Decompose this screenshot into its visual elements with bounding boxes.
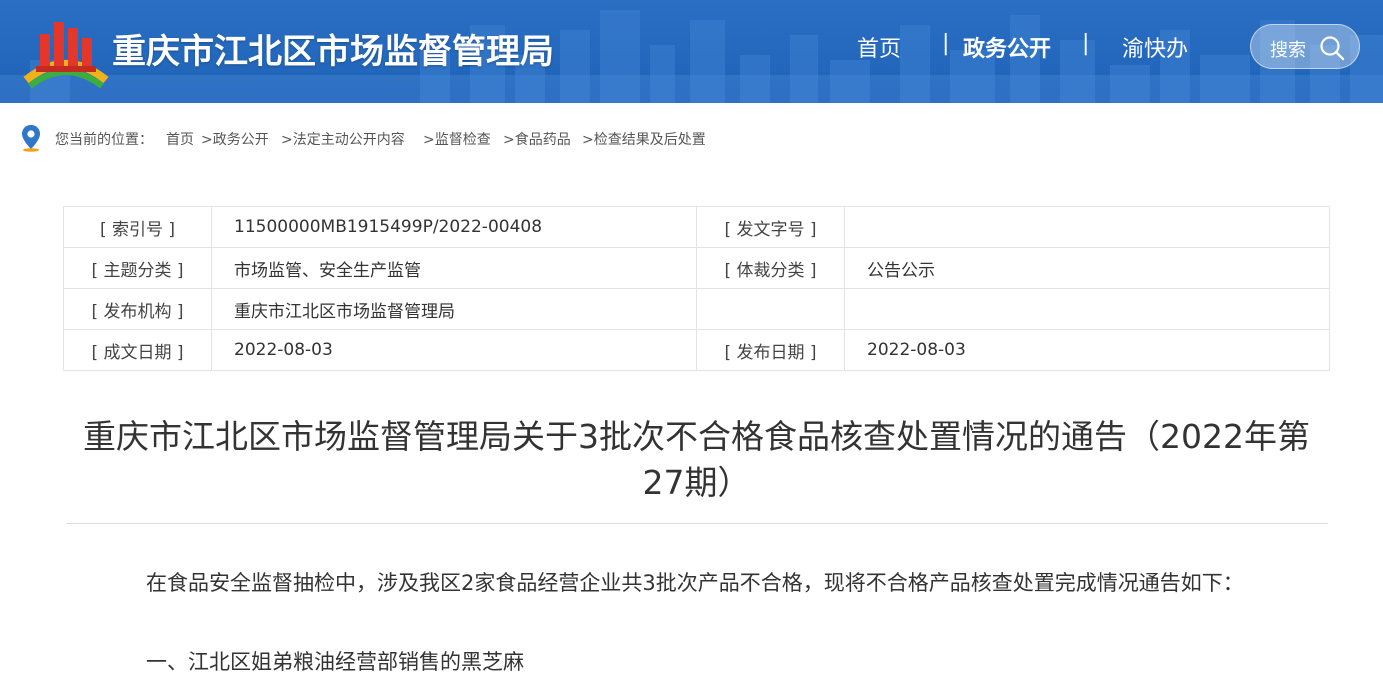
breadcrumb-item-statutory[interactable]: >法定主动公开内容 <box>281 129 405 149</box>
bureau-logo <box>23 22 109 88</box>
nav-gov-open-link[interactable]: 政务公开 <box>963 31 1051 63</box>
article-paragraph: 在食品安全监督抽检中，涉及我区2家食品经营企业共3批次产品不合格，现将不合格产品… <box>146 571 1244 595</box>
table-row: [ 成文日期 ] 2022-08-03 [ 发布日期 ] 2022-08-03 <box>63 329 1330 371</box>
nav-home-link[interactable]: 首页 <box>857 31 901 63</box>
meta-label: [ 主题分类 ] <box>63 247 212 289</box>
meta-label: [ 体裁分类 ] <box>696 247 845 289</box>
table-row: [ 发布机构 ] 重庆市江北区市场监督管理局 <box>63 288 1330 330</box>
location-pin-icon <box>22 125 40 152</box>
table-row: [ 索引号 ] 11500000MB1915499P/2022-00408 [ … <box>63 206 1330 248</box>
search-label: 搜索 <box>1270 40 1306 61</box>
meta-label <box>696 288 845 330</box>
breadcrumb-item-gov-open[interactable]: >政务公开 <box>201 129 269 149</box>
document-meta-table: [ 索引号 ] 11500000MB1915499P/2022-00408 [ … <box>63 206 1330 371</box>
meta-value <box>844 288 1330 330</box>
nav-divider: | <box>942 31 950 56</box>
meta-label: [ 索引号 ] <box>63 206 212 248</box>
breadcrumb: 您当前的位置： 首页 >政务公开 >法定主动公开内容 >监督检查 >食品药品 >… <box>20 124 820 152</box>
meta-label: [ 成文日期 ] <box>63 329 212 371</box>
breadcrumb-item-supervision[interactable]: >监督检查 <box>423 129 491 149</box>
breadcrumb-item-home[interactable]: 首页 <box>166 129 194 149</box>
breadcrumb-item-results[interactable]: >检查结果及后处置 <box>582 129 706 149</box>
meta-value: 市场监管、安全生产监管 <box>211 247 697 289</box>
breadcrumb-item-food-drug[interactable]: >食品药品 <box>503 129 571 149</box>
meta-value: 11500000MB1915499P/2022-00408 <box>211 206 697 248</box>
meta-label: [ 发布日期 ] <box>696 329 845 371</box>
breadcrumb-prefix: 您当前的位置： <box>55 132 153 148</box>
table-row: [ 主题分类 ] 市场监管、安全生产监管 [ 体裁分类 ] 公告公示 <box>63 247 1330 289</box>
nav-yukuaiban-link[interactable]: 渝快办 <box>1122 31 1188 63</box>
article-paragraph: 一、江北区姐弟粮油经营部销售的黑芝麻 <box>146 650 524 674</box>
meta-value: 公告公示 <box>844 247 1330 289</box>
site-header: 重庆市江北区市场监督管理局 首页 | 政务公开 | 渝快办 搜索 <box>0 0 1383 103</box>
article-title: 重庆市江北区市场监督管理局关于3批次不合格食品核查处置情况的通告（2022年第2… <box>83 417 1310 502</box>
site-title[interactable]: 重庆市江北区市场监督管理局 <box>112 24 554 73</box>
title-divider <box>66 523 1328 524</box>
nav-divider: | <box>1082 31 1090 56</box>
search-button[interactable]: 搜索 <box>1250 24 1360 69</box>
meta-value: 重庆市江北区市场监督管理局 <box>211 288 697 330</box>
meta-value: 2022-08-03 <box>844 329 1330 371</box>
meta-label: [ 发布机构 ] <box>63 288 212 330</box>
search-icon <box>1320 36 1345 61</box>
meta-value: 2022-08-03 <box>211 329 697 371</box>
meta-value <box>844 206 1330 248</box>
meta-label: [ 发文字号 ] <box>696 206 845 248</box>
